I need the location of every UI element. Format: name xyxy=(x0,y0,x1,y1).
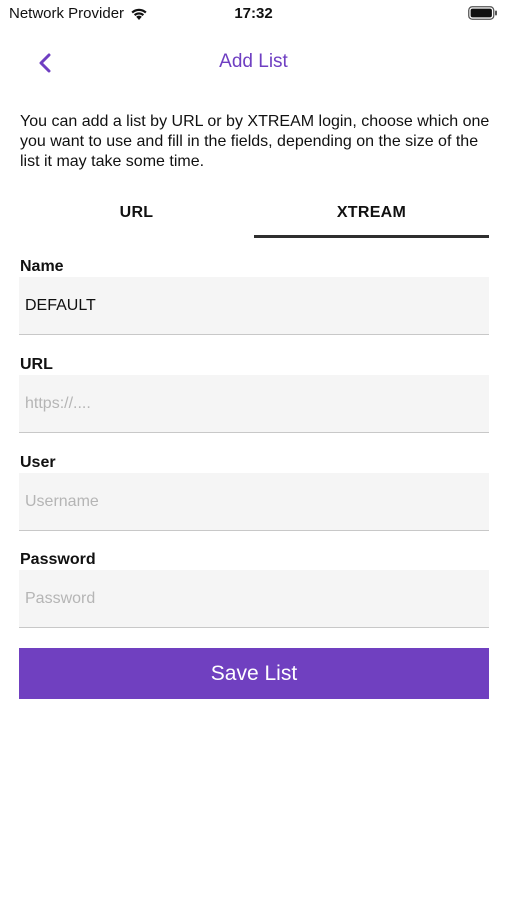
password-label: Password xyxy=(20,551,96,568)
name-input[interactable] xyxy=(19,277,489,334)
password-field-container xyxy=(19,570,489,628)
tab-bar: URL XTREAM xyxy=(19,196,489,240)
user-label: User xyxy=(20,454,56,471)
username-input[interactable] xyxy=(19,473,489,530)
url-label: URL xyxy=(20,356,53,373)
name-field-container xyxy=(19,277,489,335)
password-input[interactable] xyxy=(19,570,489,627)
url-field-container xyxy=(19,375,489,433)
save-list-button[interactable]: Save List xyxy=(19,648,489,699)
nav-bar: Add List xyxy=(0,40,507,84)
url-input[interactable] xyxy=(19,375,489,432)
status-bar: Network Provider 17:32 xyxy=(0,0,507,28)
page-title: Add List xyxy=(219,51,288,72)
description-text: You can add a list by URL or by XTREAM l… xyxy=(20,113,490,170)
user-field-container xyxy=(19,473,489,531)
status-time: 17:32 xyxy=(234,5,273,22)
name-label: Name xyxy=(20,258,64,275)
tab-xtream[interactable]: XTREAM xyxy=(254,196,489,240)
tab-url[interactable]: URL xyxy=(19,196,254,240)
battery-icon xyxy=(468,6,497,20)
